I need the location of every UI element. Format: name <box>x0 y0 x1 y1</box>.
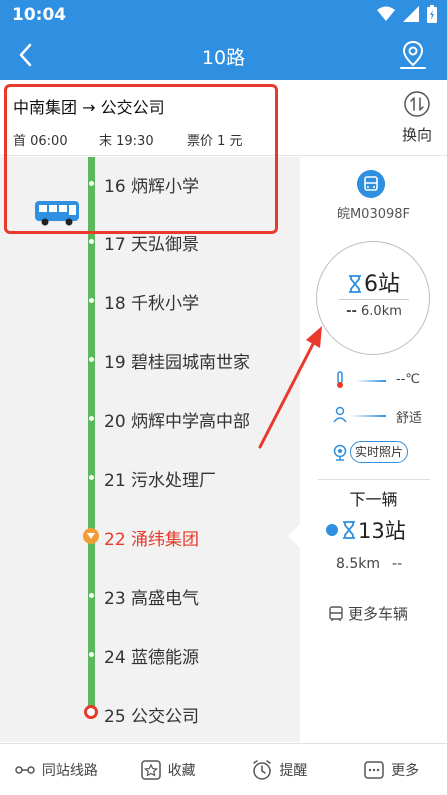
title-bar: 10路 <box>0 30 447 80</box>
stop-item[interactable]: 20 炳辉中学高中部 <box>0 392 300 450</box>
thermometer-icon <box>337 371 343 388</box>
next-vehicle-distance-value: 8.5km <box>336 556 381 572</box>
last-bus-time: 末 19:30 <box>99 134 154 149</box>
page-title: 10路 <box>201 47 246 69</box>
panel-divider <box>318 479 430 480</box>
terminal-stop-marker <box>84 705 98 719</box>
more-vehicles-label: 更多车辆 <box>348 605 409 623</box>
stop-dot <box>89 593 94 598</box>
current-stop-marker <box>83 528 99 544</box>
route-info: 中南集团 → 公交公司 首 06:00 末 19:30 票价 1 元 换向 <box>0 80 447 156</box>
realtime-photo-button[interactable]: 实时照片 <box>350 441 409 463</box>
signal-icon <box>403 6 419 22</box>
camera-icon <box>333 444 347 461</box>
same-station-lines-button[interactable]: 同站线路 <box>0 744 112 795</box>
switch-direction-icon <box>404 91 430 117</box>
comfort-row: 舒适 <box>300 404 447 428</box>
stop-dot <box>89 239 94 244</box>
reminder-label: 提醒 <box>279 762 308 779</box>
wifi-icon <box>377 6 395 21</box>
stop-item[interactable]: 21 污水处理厂 <box>0 451 300 509</box>
stop-item[interactable]: 24 蓝德能源 <box>0 628 300 686</box>
stop-name: 19 碧桂园城南世家 <box>104 353 251 373</box>
stop-item-current[interactable]: 22 涌纬集团 <box>0 510 300 568</box>
next-vehicle-stops: 13站 <box>358 519 406 543</box>
comfort-bar <box>350 415 386 417</box>
hourglass-icon <box>343 521 355 539</box>
stop-name: 24 蓝德能源 <box>104 648 200 668</box>
stop-item[interactable]: 23 高盛电气 <box>0 569 300 627</box>
bus-circle-icon <box>357 170 385 198</box>
eta-stops-wrap: 6站 <box>317 266 431 298</box>
stop-dot <box>89 181 94 186</box>
status-icons <box>377 5 437 23</box>
map-pin-icon[interactable] <box>397 39 429 71</box>
stop-item[interactable]: 16 炳辉小学 <box>0 157 300 226</box>
eta-distance: -- 6.0km <box>317 304 431 319</box>
favorite-button[interactable]: 收藏 <box>112 744 224 795</box>
stop-item[interactable]: 17 天弘御景 <box>0 215 300 273</box>
temperature-row: --℃ <box>300 369 447 393</box>
next-vehicle-distance: 8.5km -- <box>336 556 402 572</box>
stop-name: 20 炳辉中学高中部 <box>104 412 251 432</box>
switch-direction-label: 换向 <box>401 126 432 144</box>
routes-icon <box>15 765 35 774</box>
next-vehicle-dot <box>326 524 338 536</box>
route-name: 中南集团 → 公交公司 <box>13 98 165 117</box>
stop-item-terminal[interactable]: 25 公交公司 <box>0 687 300 745</box>
vehicle-plate: 皖M03098F <box>336 207 411 222</box>
stop-dot <box>89 298 94 303</box>
route-meta: 首 06:00 末 19:30 票价 1 元 <box>13 130 243 149</box>
stop-dot <box>89 357 94 362</box>
comfort-value: 舒适 <box>396 411 423 426</box>
stop-item[interactable]: 18 千秋小学 <box>0 274 300 332</box>
eta-distance-value: 6.0km <box>361 304 402 319</box>
more-vehicles-button[interactable]: 更多车辆 <box>328 603 408 624</box>
more-label: 更多 <box>391 762 420 779</box>
status-time: 10:04 <box>12 5 67 25</box>
first-bus-time: 首 06:00 <box>13 134 68 149</box>
stop-name: 18 千秋小学 <box>104 294 200 314</box>
stop-dot <box>89 416 94 421</box>
stop-item[interactable]: 19 碧桂园城南世家 <box>0 333 300 391</box>
hourglass-icon <box>349 275 361 293</box>
switch-direction-button[interactable]: 换向 <box>397 90 437 150</box>
reminder-button[interactable]: 提醒 <box>224 744 336 795</box>
eta-stops: 6站 <box>364 272 400 297</box>
more-icon <box>364 760 384 779</box>
next-vehicle-distance-dash: -- <box>392 556 403 572</box>
temperature-value: --℃ <box>396 372 420 387</box>
star-icon <box>140 759 161 780</box>
stops-list: 16 炳辉小学 17 天弘御景 18 千秋小学 19 碧桂园城南世家 20 炳辉… <box>0 157 300 742</box>
battery-icon <box>427 5 437 23</box>
vehicle-panel: 皖M03098F 6站 -- 6.0km --℃ 舒适 实时照片 下一辆 13站… <box>300 157 447 742</box>
bus-outline-icon <box>329 605 343 621</box>
photo-row: 实时照片 <box>300 441 447 465</box>
stop-name: 17 天弘御景 <box>104 235 200 255</box>
bottom-nav: 同站线路 收藏 提醒 更多 <box>0 743 447 795</box>
stop-dot <box>89 652 94 657</box>
favorite-label: 收藏 <box>167 762 196 779</box>
fare: 票价 1 元 <box>187 134 243 149</box>
person-icon <box>333 406 347 423</box>
next-vehicle-eta[interactable]: 13站 <box>326 515 406 545</box>
stop-dot <box>89 475 94 480</box>
same-station-lines-label: 同站线路 <box>41 762 98 779</box>
eta-separator <box>339 299 409 300</box>
alarm-clock-icon <box>253 759 272 780</box>
stop-name: 21 污水处理厂 <box>104 471 217 491</box>
next-vehicle-title: 下一辆 <box>349 490 398 509</box>
temperature-bar <box>356 380 386 382</box>
stop-name: 23 高盛电气 <box>104 589 200 609</box>
stop-name: 16 炳辉小学 <box>104 177 200 197</box>
stop-name: 25 公交公司 <box>104 707 200 727</box>
status-bar: 10:04 <box>0 0 447 30</box>
stop-name: 22 涌纬集团 <box>104 530 200 550</box>
more-button[interactable]: 更多 <box>335 744 447 795</box>
eta-circle[interactable]: 6站 -- 6.0km <box>316 241 430 355</box>
eta-distance-dash: -- <box>346 304 357 319</box>
